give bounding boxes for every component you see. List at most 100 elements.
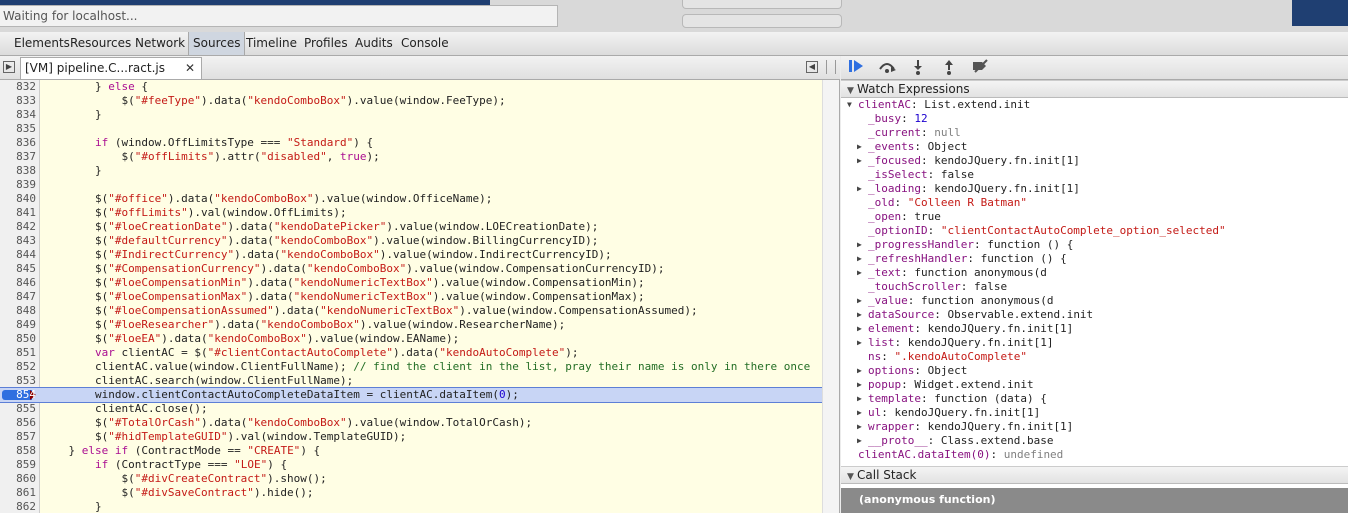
line-number[interactable]: 851: [0, 346, 36, 360]
code-line[interactable]: 838 }: [0, 164, 822, 178]
line-number[interactable]: 844: [0, 248, 36, 262]
line-number[interactable]: 853: [0, 374, 36, 388]
show-debugger-button[interactable]: ◀: [806, 61, 818, 73]
code-line[interactable]: 862 }: [0, 500, 822, 513]
code-line[interactable]: 841 $("#offLimits").val(window.OffLimits…: [0, 206, 822, 220]
show-navigator-button[interactable]: ▶: [3, 61, 15, 73]
deactivate-breakpoints-icon[interactable]: [969, 59, 991, 77]
collapse-triangle-icon[interactable]: ▼: [847, 98, 857, 112]
code-line[interactable]: 852 clientAC.value(window.ClientFullName…: [0, 360, 822, 374]
watch-property-row[interactable]: ▶ list: kendoJQuery.fn.init[1]: [841, 336, 1348, 350]
code-line[interactable]: 848 $("#loeCompensationAssumed").data("k…: [0, 304, 822, 318]
editor-scrollbar[interactable]: [822, 80, 839, 513]
watch-property-row[interactable]: ▶ wrapper: kendoJQuery.fn.init[1]: [841, 420, 1348, 434]
line-number[interactable]: 859: [0, 458, 36, 472]
expand-triangle-icon[interactable]: ▶: [857, 252, 867, 266]
code-line[interactable]: 856 $("#TotalOrCash").data("kendoComboBo…: [0, 416, 822, 430]
code-line[interactable]: 845 $("#CompensationCurrency").data("ken…: [0, 262, 822, 276]
file-tab[interactable]: [VM] pipeline.C...ract.js (1373) ✕: [20, 57, 202, 95]
code-line[interactable]: 855 clientAC.close();: [0, 402, 822, 416]
code-line[interactable]: 843 $("#defaultCurrency").data("kendoCom…: [0, 234, 822, 248]
line-number[interactable]: 848: [0, 304, 36, 318]
line-number[interactable]: 843: [0, 234, 36, 248]
tab-sources[interactable]: Sources: [188, 32, 246, 55]
expand-triangle-icon[interactable]: ▶: [857, 378, 867, 392]
code-line[interactable]: 834 }: [0, 108, 822, 122]
watch-property-row[interactable]: ▼ clientAC: List.extend.init: [841, 98, 1348, 112]
watch-property-row[interactable]: ▶ _loading: kendoJQuery.fn.init[1]: [841, 182, 1348, 196]
watch-property-row[interactable]: ▶ _progressHandler: function () {: [841, 238, 1348, 252]
tab-console[interactable]: Console: [397, 32, 453, 55]
line-number[interactable]: 837: [0, 150, 36, 164]
code-line[interactable]: 832 } else {: [0, 80, 822, 94]
watch-property-row[interactable]: ▶ template: function (data) {: [841, 392, 1348, 406]
code-line[interactable]: 853 clientAC.search(window.ClientFullNam…: [0, 374, 822, 388]
step-into-icon[interactable]: [907, 59, 929, 77]
line-number[interactable]: 832: [0, 80, 36, 94]
line-number[interactable]: 834: [0, 108, 36, 122]
tab-audits[interactable]: Audits: [351, 32, 397, 55]
code-line[interactable]: 859 if (ContractType === "LOE") {: [0, 458, 822, 472]
code-line[interactable]: 861 $("#divSaveContract").hide();: [0, 486, 822, 500]
line-number[interactable]: 845: [0, 262, 36, 276]
line-number[interactable]: 856: [0, 416, 36, 430]
line-number[interactable]: 850: [0, 332, 36, 346]
code-line[interactable]: 842 $("#loeCreationDate").data("kendoDat…: [0, 220, 822, 234]
expand-triangle-icon[interactable]: ▶: [857, 336, 867, 350]
expand-triangle-icon[interactable]: ▶: [857, 364, 867, 378]
line-number[interactable]: 862: [0, 500, 36, 513]
watch-expressions-header[interactable]: ▼ Watch Expressions: [841, 80, 1348, 98]
expand-triangle-icon[interactable]: ▶: [857, 434, 867, 448]
pane-resize-grip[interactable]: [826, 60, 836, 74]
code-line[interactable]: 851 var clientAC = $("#clientContactAuto…: [0, 346, 822, 360]
code-line[interactable]: 839: [0, 178, 822, 192]
code-line[interactable]: 844 $("#IndirectCurrency").data("kendoCo…: [0, 248, 822, 262]
expand-triangle-icon[interactable]: ▶: [857, 420, 867, 434]
code-line[interactable]: 860 $("#divCreateContract").show();: [0, 472, 822, 486]
tab-timeline[interactable]: Timeline: [242, 32, 301, 55]
line-number[interactable]: 838: [0, 164, 36, 178]
watch-property-row[interactable]: ▶ dataSource: Observable.extend.init: [841, 308, 1348, 322]
line-number[interactable]: 861: [0, 486, 36, 500]
code-line[interactable]: 837 $("#offLimits").attr("disabled", tru…: [0, 150, 822, 164]
code-line[interactable]: 846 $("#loeCompensationMin").data("kendo…: [0, 276, 822, 290]
line-number[interactable]: 847: [0, 290, 36, 304]
expand-triangle-icon[interactable]: ▶: [857, 294, 867, 308]
watch-property-row[interactable]: ▶ ul: kendoJQuery.fn.init[1]: [841, 406, 1348, 420]
expand-triangle-icon[interactable]: ▶: [857, 392, 867, 406]
expand-triangle-icon[interactable]: ▶: [857, 308, 867, 322]
line-number[interactable]: 842: [0, 220, 36, 234]
line-number[interactable]: 860: [0, 472, 36, 486]
watch-property-row[interactable]: ▶ _text: function anonymous(d: [841, 266, 1348, 280]
tab-elements[interactable]: Elements: [10, 32, 74, 55]
expand-triangle-icon[interactable]: ▶: [857, 140, 867, 154]
line-number[interactable]: 835: [0, 122, 36, 136]
code-editor[interactable]: 832 } else {833 $("#feeType").data("kend…: [0, 80, 840, 513]
line-number[interactable]: 836: [0, 136, 36, 150]
code-line[interactable]: 840 $("#office").data("kendoComboBox").v…: [0, 192, 822, 206]
tab-profiles[interactable]: Profiles: [300, 32, 352, 55]
line-number[interactable]: 858: [0, 444, 36, 458]
step-over-icon[interactable]: [876, 59, 898, 77]
call-stack-header[interactable]: ▼ Call Stack: [841, 466, 1348, 484]
expand-triangle-icon[interactable]: ▶: [857, 154, 867, 168]
code-line[interactable]: 858 } else if (ContractMode == "CREATE")…: [0, 444, 822, 458]
step-out-icon[interactable]: [938, 59, 960, 77]
expand-triangle-icon[interactable]: ▶: [857, 322, 867, 336]
line-number[interactable]: 833: [0, 94, 36, 108]
code-line[interactable]: 847 $("#loeCompensationMax").data("kendo…: [0, 290, 822, 304]
code-line[interactable]: 833 $("#feeType").data("kendoComboBox").…: [0, 94, 822, 108]
close-icon[interactable]: ✕: [185, 58, 195, 78]
code-line[interactable]: 850 $("#loeEA").data("kendoComboBox").va…: [0, 332, 822, 346]
line-number[interactable]: 840: [0, 192, 36, 206]
watch-property-row[interactable]: ▶ popup: Widget.extend.init: [841, 378, 1348, 392]
line-number[interactable]: 846: [0, 276, 36, 290]
expand-triangle-icon[interactable]: ▶: [857, 406, 867, 420]
line-number[interactable]: 839: [0, 178, 36, 192]
line-number[interactable]: 841: [0, 206, 36, 220]
line-number[interactable]: 854: [0, 388, 36, 402]
expand-triangle-icon[interactable]: ▶: [857, 266, 867, 280]
code-line[interactable]: 857 $("#hidTemplateGUID").val(window.Tem…: [0, 430, 822, 444]
watch-property-row[interactable]: ▶ _events: Object: [841, 140, 1348, 154]
watch-property-row[interactable]: ▶ _refreshHandler: function () {: [841, 252, 1348, 266]
